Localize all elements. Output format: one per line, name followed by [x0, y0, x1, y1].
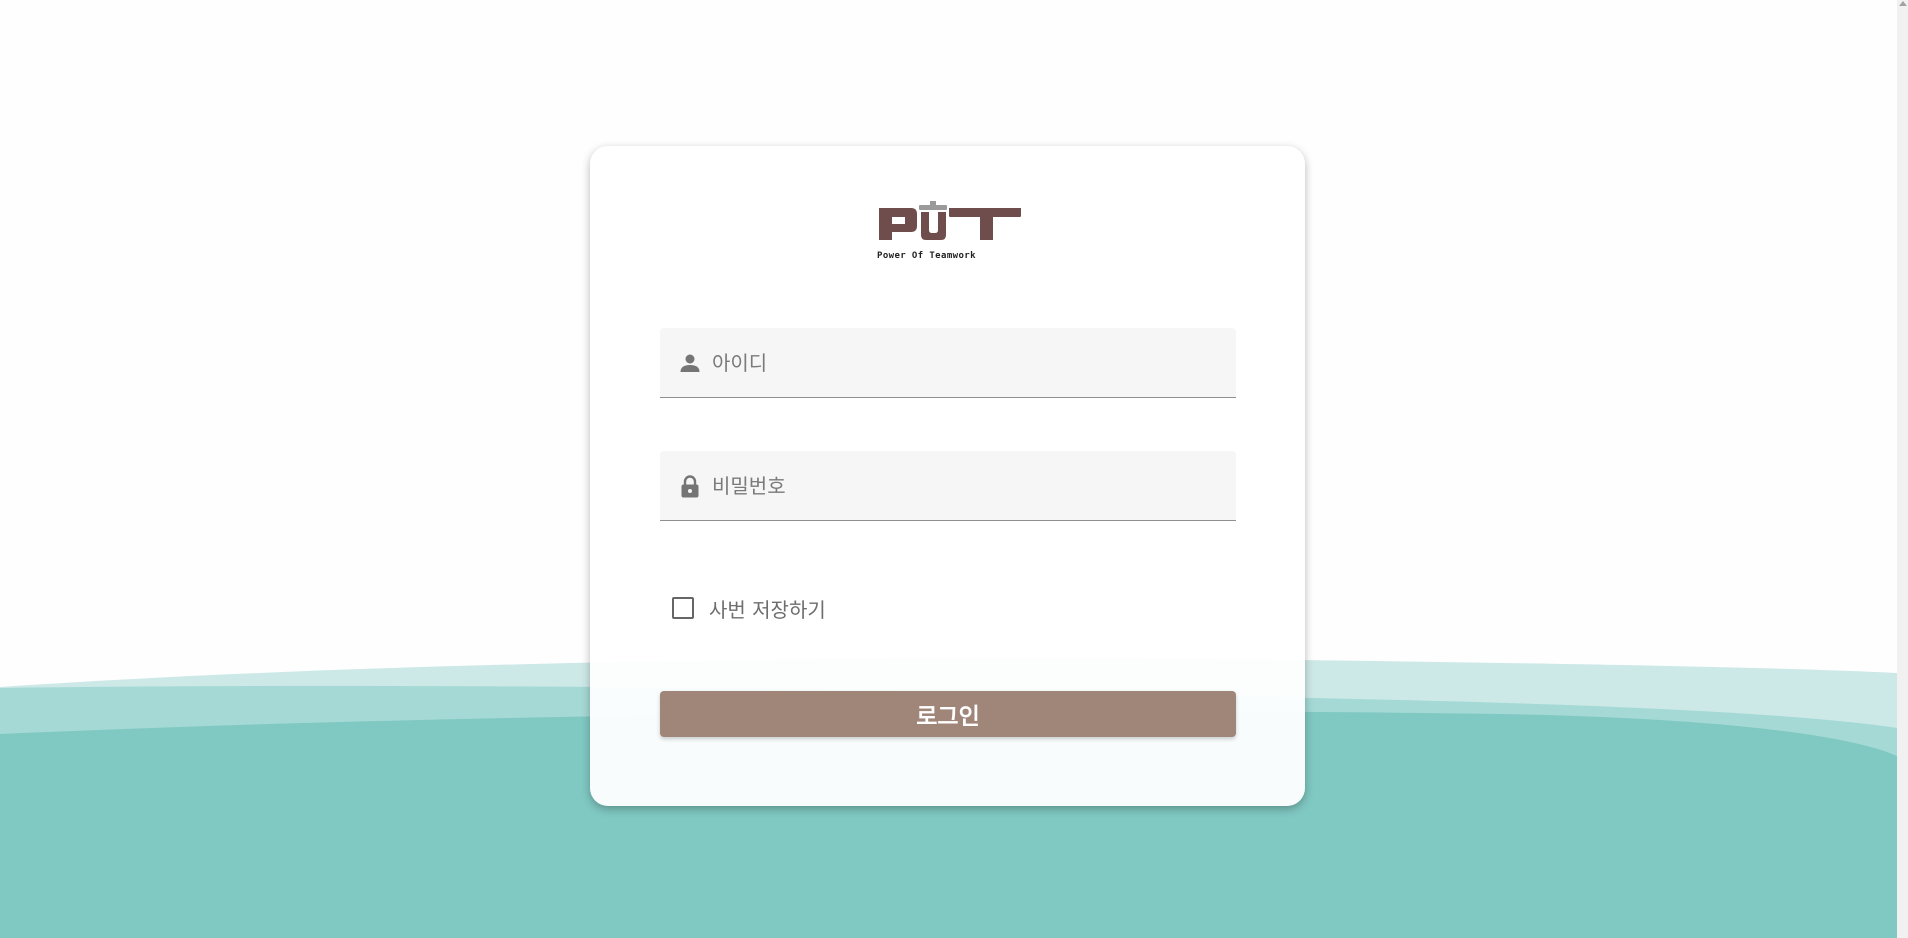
login-button[interactable]: 로그인: [660, 691, 1236, 737]
login-card: Power Of Teamwork 사번: [590, 146, 1305, 806]
password-field[interactable]: [660, 451, 1236, 521]
scroll-up-icon[interactable]: [1899, 1, 1907, 6]
company-logo: Power Of Teamwork: [877, 198, 1023, 264]
person-icon: [678, 351, 702, 375]
remember-id-checkbox[interactable]: 사번 저장하기: [672, 594, 826, 622]
remember-id-label: 사번 저장하기: [709, 597, 826, 622]
vertical-scrollbar[interactable]: [1897, 0, 1908, 938]
logo-tagline: Power Of Teamwork: [877, 251, 976, 261]
username-field[interactable]: [660, 328, 1236, 398]
password-input[interactable]: [712, 451, 1222, 521]
checkbox-box[interactable]: [672, 597, 694, 619]
lock-icon: [678, 474, 702, 498]
username-input[interactable]: [712, 328, 1222, 398]
login-page: Power Of Teamwork 사번: [0, 0, 1897, 938]
